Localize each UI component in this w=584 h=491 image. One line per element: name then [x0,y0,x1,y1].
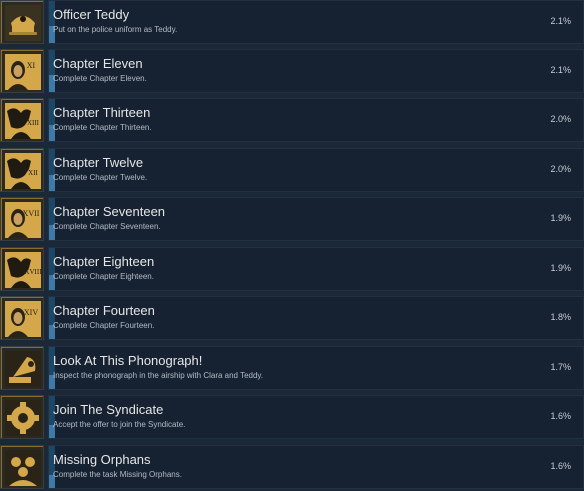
achievement-panel: Look At This Phonograph! Inspect the phon… [48,346,584,390]
global-unlock-percent: 1.7% [550,362,571,372]
chapter-silhouette-icon: XIII [0,98,44,142]
svg-text:XII: XII [28,169,38,177]
svg-text:XVIII: XVIII [24,268,42,276]
chapter-silhouette-icon: XII [1,149,43,191]
police-hat-icon [0,0,44,44]
achievement-description: Complete Chapter Eleven. [53,74,147,83]
achievement-title: Officer Teddy [53,7,130,22]
chapter-portrait-icon: XIV [1,297,43,339]
svg-text:XIV: XIV [24,308,38,317]
syndicate-gear-icon [1,396,43,438]
achievement-row[interactable]: XVII Chapter Seventeen Complete Chapter Se… [0,197,584,243]
achievement-title: Missing Orphans [53,452,151,467]
achievement-panel: Chapter Eleven Complete Chapter Eleven. 2.… [48,49,584,93]
achievement-description: Put on the police uniform as Teddy. [53,25,178,34]
syndicate-gear-icon [0,395,44,439]
achievement-description: Complete Chapter Thirteen. [53,123,152,132]
achievement-panel: Chapter Seventeen Complete Chapter Sevent… [48,197,584,241]
chapter-portrait-icon: XI [0,49,44,93]
achievement-title: Look At This Phonograph! [53,353,203,368]
achievement-panel: Chapter Fourteen Complete Chapter Fourtee… [48,296,584,340]
achievement-list: Officer Teddy Put on the police uniform a… [0,0,584,489]
orphans-icon [0,445,44,489]
chapter-silhouette-icon: XVIII [1,248,43,290]
achievement-row[interactable]: XI Chapter Eleven Complete Chapter Eleven.… [0,49,584,95]
achievement-panel: Chapter Thirteen Complete Chapter Thirtee… [48,98,584,142]
chapter-portrait-icon: XIV [0,296,44,340]
achievement-row[interactable]: Join The Syndicate Accept the offer to jo… [0,395,584,441]
global-unlock-percent: 2.1% [550,16,571,26]
svg-text:XVII: XVII [23,209,40,218]
chapter-portrait-icon: XVII [0,197,44,241]
achievement-row[interactable]: Look At This Phonograph! Inspect the phon… [0,346,584,392]
svg-text:XI: XI [27,61,36,70]
phonograph-icon [1,347,43,389]
achievement-title: Chapter Eighteen [53,254,155,269]
achievement-title: Join The Syndicate [53,402,164,417]
achievement-panel: Chapter Eighteen Complete Chapter Eightee… [48,247,584,291]
achievement-row[interactable]: XIII Chapter Thirteen Complete Chapter Thi… [0,98,584,144]
achievement-description: Complete Chapter Twelve. [53,173,148,182]
global-unlock-percent: 1.9% [550,263,571,273]
phonograph-icon [0,346,44,390]
achievement-row[interactable]: XIV Chapter Fourteen Complete Chapter Four… [0,296,584,342]
global-unlock-percent: 2.0% [550,114,571,124]
achievement-panel: Join The Syndicate Accept the offer to jo… [48,395,584,439]
chapter-portrait-icon: XVII [1,198,43,240]
achievement-panel: Missing Orphans Complete the task Missing… [48,445,584,489]
global-unlock-percent: 1.6% [550,411,571,421]
chapter-silhouette-icon: XII [0,148,44,192]
orphans-icon [1,446,43,488]
achievement-description: Accept the offer to join the Syndicate. [53,420,186,429]
global-unlock-percent: 1.8% [550,312,571,322]
chapter-silhouette-icon: XVIII [0,247,44,291]
global-unlock-percent: 2.0% [550,164,571,174]
achievement-description: Complete Chapter Seventeen. [53,222,161,231]
chapter-portrait-icon: XI [1,50,43,92]
chapter-silhouette-icon: XIII [1,99,43,141]
achievement-row[interactable]: XVIII Chapter Eighteen Complete Chapter Ei… [0,247,584,293]
police-hat-icon [1,1,43,43]
achievement-description: Complete Chapter Fourteen. [53,321,155,330]
achievement-description: Inspect the phonograph in the airship wi… [53,371,264,380]
achievement-row[interactable]: XII Chapter Twelve Complete Chapter Twelve… [0,148,584,194]
svg-text:XIII: XIII [27,119,40,127]
achievement-description: Complete Chapter Eighteen. [53,272,154,281]
achievement-description: Complete the task Missing Orphans. [53,470,182,479]
achievement-row[interactable]: Officer Teddy Put on the police uniform a… [0,0,584,46]
achievement-title: Chapter Fourteen [53,303,155,318]
achievement-title: Chapter Eleven [53,56,143,71]
global-unlock-percent: 1.6% [550,461,571,471]
achievement-panel: Officer Teddy Put on the police uniform a… [48,0,584,44]
achievement-title: Chapter Thirteen [53,105,151,120]
global-unlock-percent: 2.1% [550,65,571,75]
achievement-panel: Chapter Twelve Complete Chapter Twelve. 2.… [48,148,584,192]
global-unlock-percent: 1.9% [550,213,571,223]
achievement-title: Chapter Seventeen [53,204,166,219]
achievement-row[interactable]: Missing Orphans Complete the task Missing… [0,445,584,491]
achievement-title: Chapter Twelve [53,155,144,170]
